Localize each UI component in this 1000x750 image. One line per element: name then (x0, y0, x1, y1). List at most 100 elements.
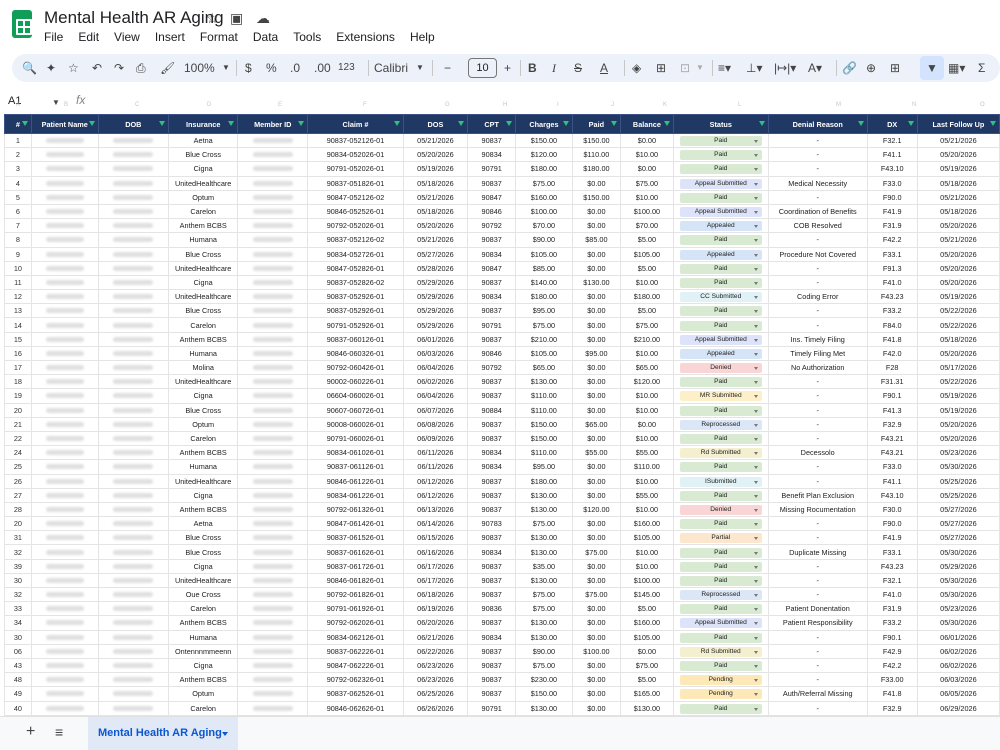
cell-status[interactable]: Reprocessed (672, 416, 769, 432)
cell-paid[interactable]: $0.00 (571, 402, 622, 418)
cell-last-follow-up[interactable]: 05/21/2026 (916, 132, 1000, 149)
cell-dx[interactable]: F33.0 (866, 175, 918, 191)
cell-cpt[interactable]: 90837 (467, 473, 517, 489)
cell-paid[interactable]: $0.00 (571, 572, 622, 589)
row-number[interactable]: 15 (4, 331, 32, 347)
cell-balance[interactable]: $10.00 (620, 544, 674, 560)
cell-paid[interactable]: $0.00 (571, 629, 622, 645)
cell-dos[interactable]: 06/18/2026 (402, 586, 469, 603)
row-number[interactable]: 13 (4, 303, 32, 319)
cell-cpt[interactable]: 90837 (467, 303, 517, 319)
cell-balance[interactable]: $0.00 (620, 132, 674, 149)
cell-dx[interactable]: F32.9 (866, 700, 918, 716)
cell-charges[interactable]: $75.00 (515, 586, 573, 603)
row-number[interactable]: 30 (4, 629, 32, 645)
cell-balance[interactable]: $5.00 (620, 601, 674, 617)
row-number[interactable]: 30 (4, 572, 32, 589)
cell-charges[interactable]: $75.00 (515, 516, 573, 532)
cell-status[interactable]: Paid (672, 700, 769, 716)
menu-item[interactable]: Help (410, 30, 435, 44)
cell-balance[interactable]: $100.00 (620, 203, 674, 220)
cell-last-follow-up[interactable]: 05/18/2026 (916, 203, 1000, 220)
cell-paid[interactable]: $120.00 (571, 501, 622, 518)
cell-paid[interactable]: $0.00 (571, 516, 622, 532)
cell-denial-reason[interactable]: - (767, 388, 868, 404)
row-number[interactable]: 12 (4, 289, 32, 305)
cell-status[interactable]: Rd Submitted (672, 643, 769, 659)
cell-insurance[interactable]: Carelon (168, 601, 239, 617)
cell-dos[interactable]: 05/19/2026 (402, 161, 469, 177)
decrease-decimal-button[interactable]: .0 (290, 59, 300, 77)
cell-patient-name[interactable] (30, 601, 99, 617)
cell-patient-name[interactable] (30, 530, 99, 546)
cell-member-id[interactable] (237, 530, 309, 546)
cell-patient-name[interactable] (30, 260, 99, 276)
cell-last-follow-up[interactable]: 05/25/2026 (916, 473, 1000, 489)
cell-denial-reason[interactable]: - (767, 516, 868, 532)
cell-last-follow-up[interactable]: 05/30/2026 (916, 586, 1000, 603)
cell-charges[interactable]: $130.00 (515, 501, 573, 518)
row-number[interactable]: 14 (4, 317, 32, 333)
cell-balance[interactable]: $5.00 (620, 672, 674, 688)
filter-dropdown-icon[interactable] (88, 121, 95, 126)
cell-patient-name[interactable] (30, 359, 99, 376)
cell-dob[interactable] (97, 303, 170, 319)
cell-insurance[interactable]: Aetna (168, 516, 239, 532)
column-letter[interactable]: F (363, 102, 367, 108)
cell-dob[interactable] (97, 430, 170, 447)
cell-patient-name[interactable] (30, 232, 99, 248)
cell-dx[interactable]: F32.1 (866, 132, 918, 149)
cell-member-id[interactable] (237, 657, 309, 674)
cell-claim[interactable]: 90837-051826-01 (307, 175, 404, 191)
status-chip[interactable]: Appeal Submitted (679, 178, 762, 189)
cell-charges[interactable]: $180.00 (515, 473, 573, 489)
cell-balance[interactable]: $65.00 (620, 359, 674, 376)
column-header[interactable]: Denial Reason (767, 114, 868, 134)
text-wrapping-icon[interactable]: |↦|▾ (774, 59, 796, 77)
cell-charges[interactable]: $105.00 (515, 345, 573, 362)
cell-status[interactable]: Paid (672, 147, 769, 163)
cell-last-follow-up[interactable]: 05/20/2026 (916, 246, 1000, 262)
cell-dx[interactable]: F42.2 (866, 232, 918, 248)
cell-insurance[interactable]: Blue Cross (168, 303, 239, 319)
cell-dob[interactable] (97, 374, 170, 390)
status-chip[interactable]: Rd Submitted (679, 448, 762, 459)
cell-insurance[interactable]: Blue Cross (168, 246, 239, 262)
cell-insurance[interactable]: Molina (168, 359, 239, 376)
cell-dx[interactable]: F31.9 (866, 601, 918, 617)
cell-claim[interactable]: 90791-052926-01 (307, 317, 404, 333)
cell-charges[interactable]: $130.00 (515, 487, 573, 503)
cell-denial-reason[interactable]: - (767, 232, 868, 248)
cell-claim[interactable]: 90837-052126-01 (307, 132, 404, 149)
cell-status[interactable]: Pending (672, 672, 769, 688)
cell-denial-reason[interactable]: Ins. Timely Filing (767, 331, 868, 347)
cell-denial-reason[interactable]: - (767, 303, 868, 319)
cell-dob[interactable] (97, 289, 170, 305)
cell-paid[interactable]: $150.00 (571, 189, 622, 205)
cell-member-id[interactable] (237, 445, 309, 461)
cell-status[interactable]: Paid (672, 572, 769, 589)
cell-patient-name[interactable] (30, 303, 99, 319)
cell-dos[interactable]: 06/08/2026 (402, 416, 469, 432)
cell-paid[interactable]: $55.00 (571, 445, 622, 461)
row-number[interactable]: 2 (4, 147, 32, 163)
cell-dob[interactable] (97, 572, 170, 589)
cell-dos[interactable]: 06/17/2026 (402, 558, 469, 574)
column-letter[interactable]: M (836, 102, 841, 108)
cell-cpt[interactable]: 90834 (467, 544, 517, 560)
cell-charges[interactable]: $130.00 (515, 572, 573, 589)
cell-dob[interactable] (97, 175, 170, 191)
cell-insurance[interactable]: Blue Cross (168, 147, 239, 163)
status-chip[interactable]: Paid (679, 561, 762, 572)
cell-denial-reason[interactable]: - (767, 274, 868, 291)
cell-paid[interactable]: $0.00 (571, 459, 622, 475)
column-letter[interactable]: I (557, 102, 559, 108)
cell-dob[interactable] (97, 643, 170, 659)
cell-cpt[interactable]: 90791 (467, 161, 517, 177)
cell-insurance[interactable]: Anthem BCBS (168, 501, 239, 518)
cell-charges[interactable]: $85.00 (515, 260, 573, 276)
cell-dx[interactable]: F31.31 (866, 374, 918, 390)
cell-dos[interactable]: 06/25/2026 (402, 686, 469, 702)
cell-insurance[interactable]: Oue Cross (168, 586, 239, 603)
cell-patient-name[interactable] (30, 161, 99, 177)
